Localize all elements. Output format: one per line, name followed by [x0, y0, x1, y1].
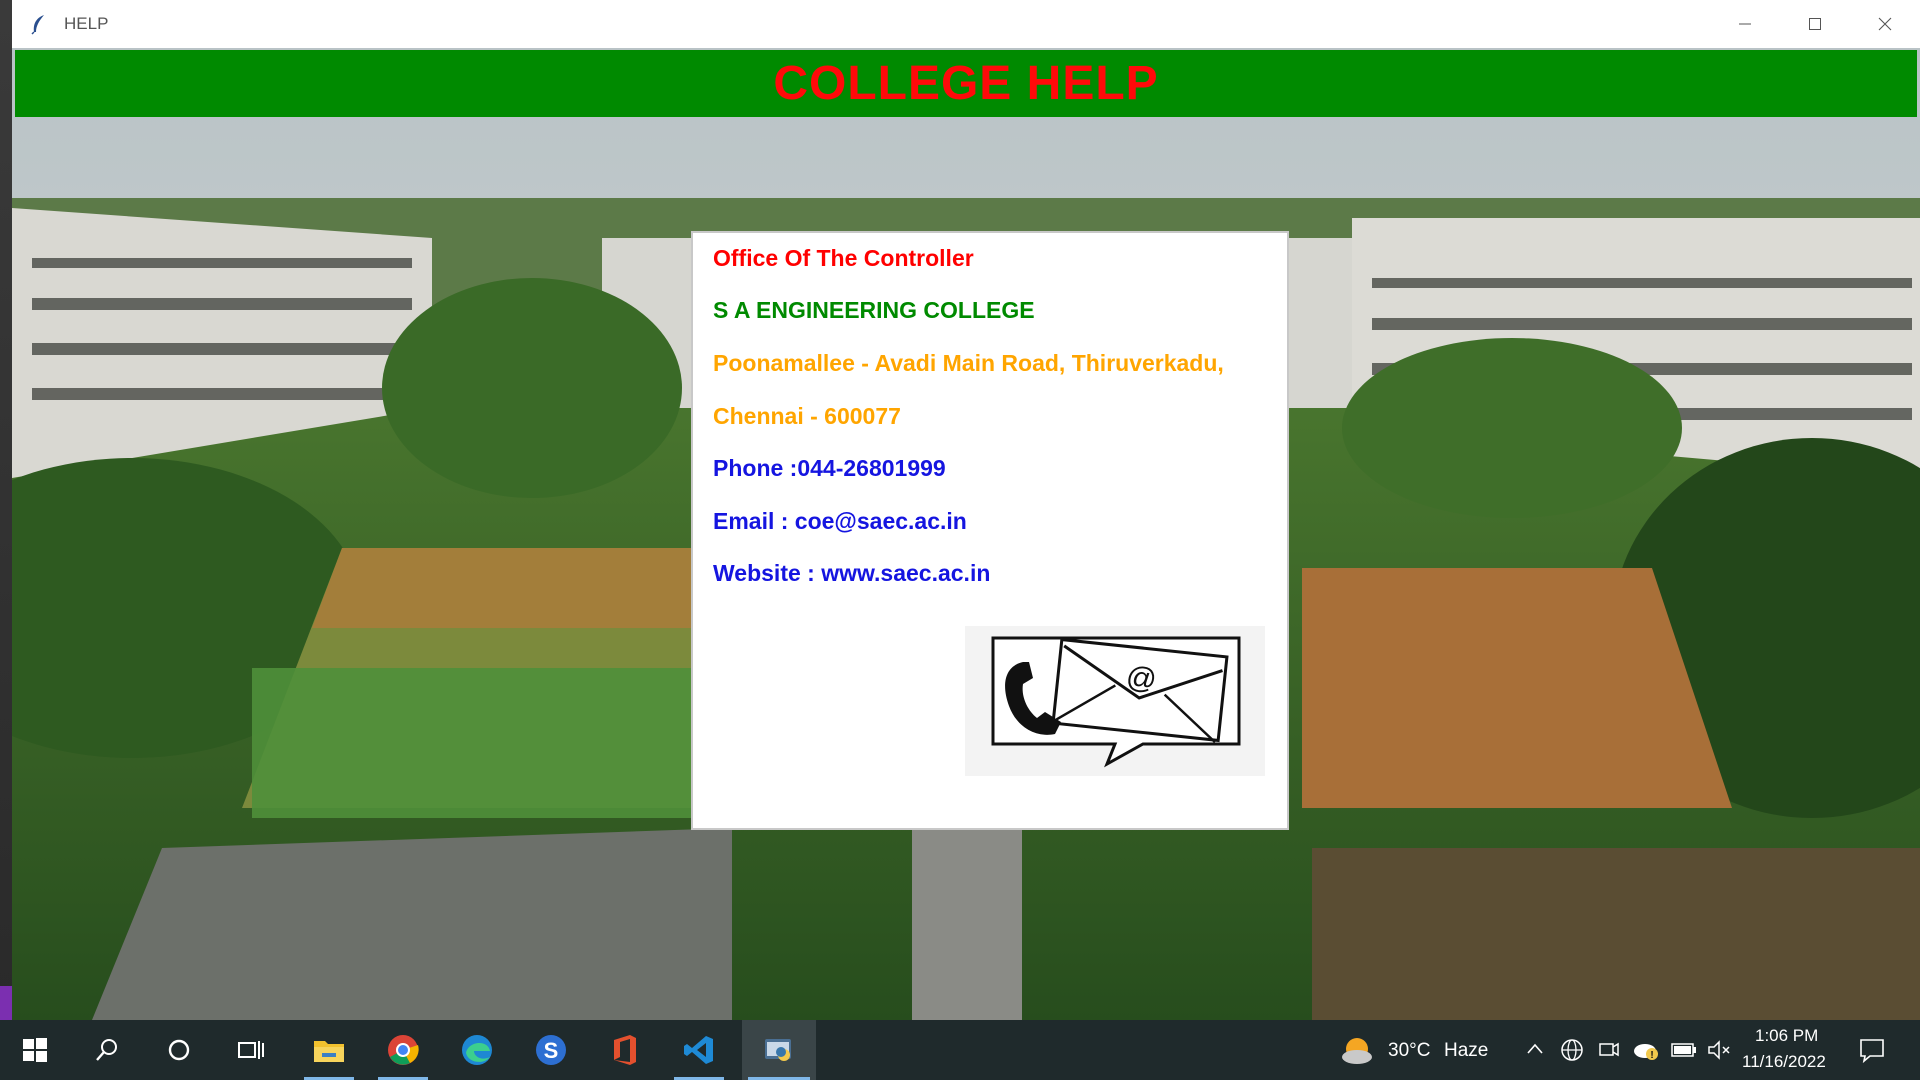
file-explorer-icon [314, 1041, 344, 1062]
close-button[interactable] [1850, 0, 1920, 48]
feather-icon [31, 15, 44, 35]
header-banner: COLLEGE HELP [15, 50, 1917, 117]
weather-icon [1342, 1038, 1372, 1064]
onedrive-warning-icon[interactable]: ! [1632, 1038, 1660, 1062]
python-idle-icon [765, 1039, 791, 1061]
maximize-icon [1809, 18, 1821, 30]
background-desktop-edge [0, 0, 12, 1020]
file-explorer-button[interactable] [298, 1020, 360, 1080]
edge-button[interactable] [446, 1020, 508, 1080]
office-button[interactable] [594, 1020, 656, 1080]
desktop-edge-accent [0, 986, 12, 1020]
simplenote-icon: S [536, 1035, 566, 1065]
office-icon [614, 1035, 636, 1065]
task-view-icon [238, 1041, 264, 1059]
clock-time[interactable]: 1:06 PM [1755, 1026, 1818, 1046]
college-name-line: S A ENGINEERING COLLEGE [713, 297, 1035, 323]
phone-line: Phone :044-26801999 [713, 455, 946, 481]
svg-text:@: @ [1125, 661, 1159, 697]
meet-now-icon[interactable] [1598, 1038, 1620, 1062]
svg-text:S: S [544, 1038, 559, 1063]
minimize-icon [1739, 23, 1751, 25]
chevron-up-icon[interactable] [1526, 1042, 1544, 1056]
speaker-muted-icon[interactable] [1706, 1038, 1732, 1062]
python-idle-button[interactable] [742, 1020, 816, 1080]
chrome-button[interactable] [372, 1020, 434, 1080]
contact-image: @ [965, 626, 1265, 776]
battery-icon[interactable] [1670, 1038, 1698, 1062]
weather-condition[interactable]: Haze [1444, 1040, 1488, 1062]
address-line-1: Poonamallee - Avadi Main Road, Thiruverk… [713, 350, 1224, 376]
cortana-icon [168, 1039, 190, 1061]
search-icon [96, 1039, 117, 1061]
chrome-icon [388, 1035, 419, 1065]
simplenote-button[interactable]: S [520, 1020, 582, 1080]
cortana-button[interactable] [148, 1020, 210, 1080]
notification-center-icon[interactable] [1858, 1036, 1886, 1064]
website-line: Website : www.saec.ac.in [713, 560, 991, 586]
minimize-button[interactable] [1710, 0, 1780, 48]
svg-text:!: ! [1650, 1050, 1653, 1061]
title-bar[interactable]: HELP [12, 0, 1920, 48]
page-title: COLLEGE HELP [773, 57, 1159, 110]
help-window: HELP COLLEGE HELP Office Of The Controll… [12, 0, 1920, 1020]
maximize-button[interactable] [1780, 0, 1850, 48]
window-title: HELP [64, 14, 109, 33]
email-line: Email : coe@saec.ac.in [713, 508, 967, 534]
office-line: Office Of The Controller [713, 245, 974, 271]
clock-date[interactable]: 11/16/2022 [1742, 1052, 1826, 1072]
phone-envelope-contact-icon: @ [965, 626, 1265, 776]
task-view-button[interactable] [220, 1020, 282, 1080]
windows-start-icon [23, 1038, 47, 1062]
vscode-icon [684, 1036, 713, 1064]
address-line-2: Chennai - 600077 [713, 403, 901, 429]
taskbar: S 30°C Haze ! 1:06 PM 11/16/2022 [0, 1020, 1920, 1080]
close-icon [1878, 17, 1892, 31]
start-button[interactable] [4, 1020, 66, 1080]
search-button[interactable] [76, 1020, 138, 1080]
edge-icon [462, 1035, 492, 1065]
window-content: COLLEGE HELP Office Of The Controller S … [12, 48, 1920, 1020]
vscode-button[interactable] [668, 1020, 730, 1080]
weather-temperature[interactable]: 30°C [1388, 1040, 1430, 1062]
contact-info-panel: Office Of The Controller S A ENGINEERING… [691, 231, 1289, 830]
globe-icon[interactable] [1560, 1038, 1584, 1062]
